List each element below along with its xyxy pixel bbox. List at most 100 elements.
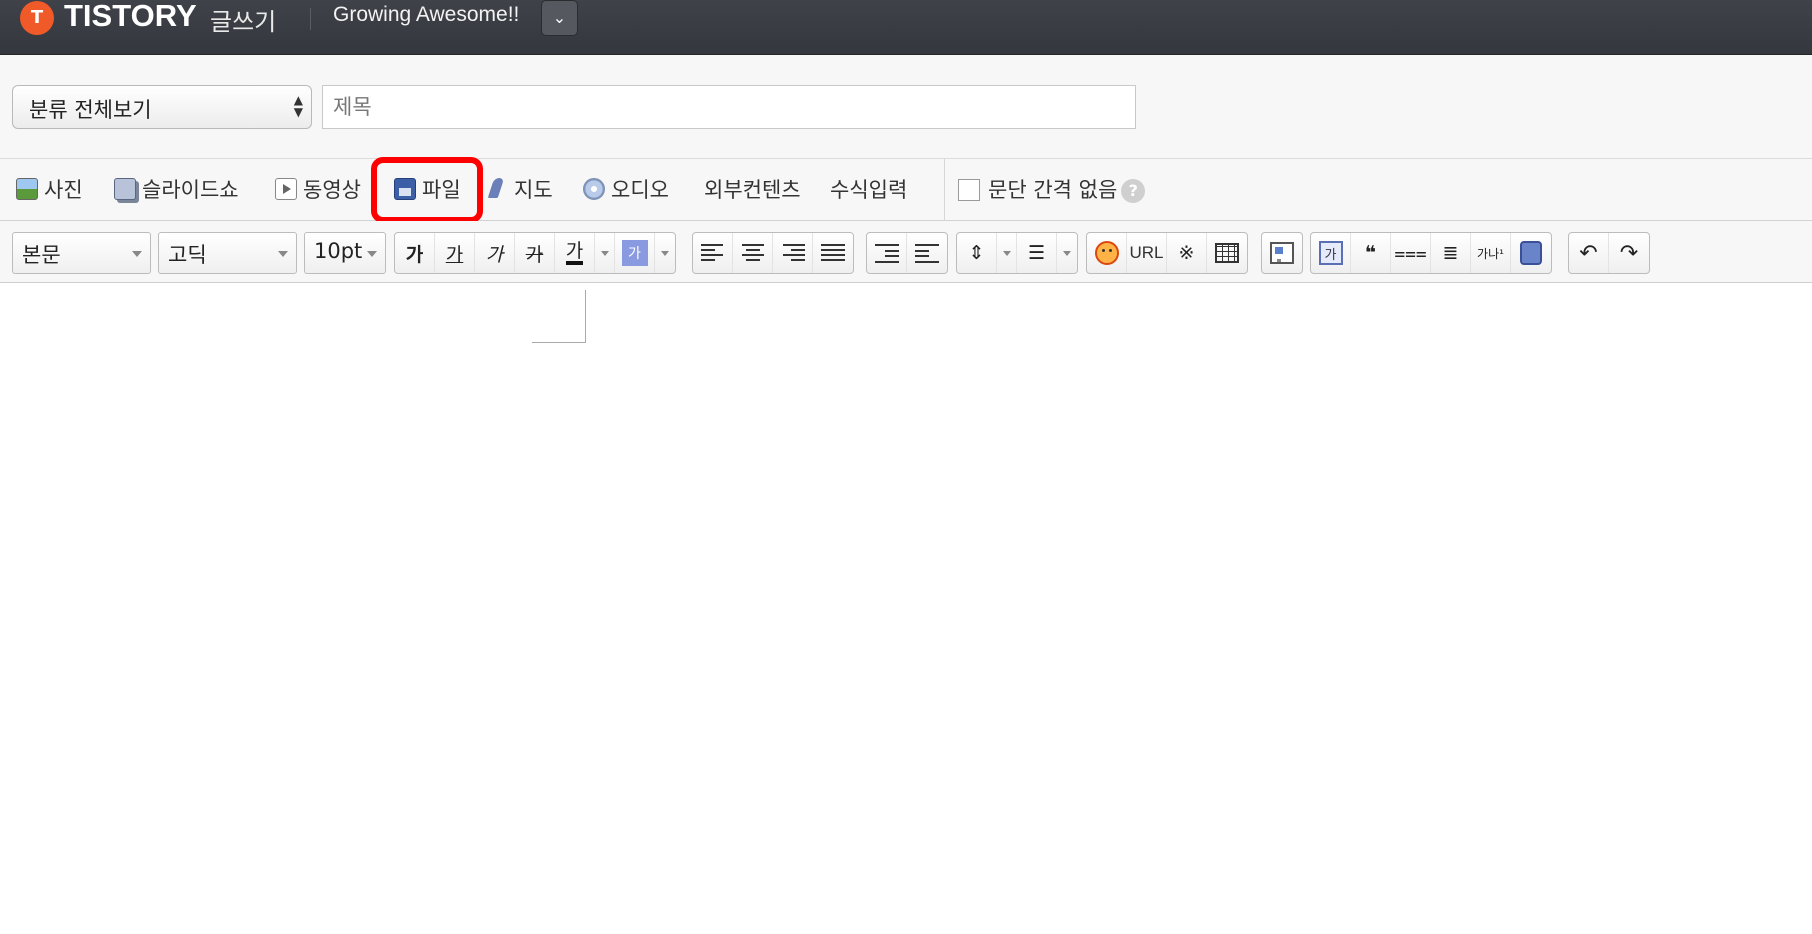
undo-button[interactable]: ↶ xyxy=(1569,233,1609,273)
file-block-button[interactable] xyxy=(1511,233,1551,273)
highlight-color-button[interactable]: 가 xyxy=(615,233,655,273)
insert-formula-button[interactable]: 수식입력 xyxy=(830,173,907,207)
indent-button[interactable] xyxy=(867,233,907,273)
title-input[interactable] xyxy=(322,85,1136,129)
category-select[interactable]: 분류 전체보기 ▲ ▼ xyxy=(12,85,312,129)
divider xyxy=(310,8,311,30)
list-icon: ☰ xyxy=(1027,242,1046,264)
url-label: URL xyxy=(1129,243,1164,262)
align-group xyxy=(692,232,854,274)
quote-icon: ❝ xyxy=(1364,242,1377,264)
redo-button[interactable]: ↷ xyxy=(1609,233,1649,273)
table-button[interactable] xyxy=(1207,233,1247,273)
chevron-down-icon: ⌄ xyxy=(552,8,567,27)
caret-down-icon xyxy=(661,250,669,256)
box-button[interactable]: 가 xyxy=(1311,233,1351,273)
emoticon-button[interactable] xyxy=(1087,233,1127,273)
italic-icon: 가 xyxy=(485,243,504,266)
indent-icon xyxy=(874,243,899,263)
text-style-group: 가 가 가 가 가 가 xyxy=(394,232,676,274)
furigana-button[interactable]: 가나¹ xyxy=(1471,233,1511,273)
align-right-icon xyxy=(781,243,805,263)
category-select-value: 분류 전체보기 xyxy=(29,98,152,122)
insert-slideshow-label: 슬라이드쇼 xyxy=(142,178,239,202)
paragraph-spacing-label: 문단 간격 없음 xyxy=(988,178,1118,202)
outdent-button[interactable] xyxy=(907,233,947,273)
bold-icon: 가 xyxy=(405,243,424,266)
editor-area[interactable] xyxy=(0,283,1812,934)
font-size-value: 10pt xyxy=(314,239,363,263)
bold-button[interactable]: 가 xyxy=(395,233,435,273)
special-char-icon: ※ xyxy=(1178,242,1195,264)
text-color-button[interactable]: 가 xyxy=(555,233,595,273)
paragraph-spacing-option[interactable]: 문단 간격 없음? xyxy=(958,173,1146,207)
image-layout-icon xyxy=(1270,242,1294,264)
underline-button[interactable]: 가 xyxy=(435,233,475,273)
strikethrough-icon: 가 xyxy=(525,243,544,266)
paragraph-spacing-checkbox[interactable] xyxy=(958,179,980,201)
more-button[interactable]: ≣ xyxy=(1431,233,1471,273)
insert-audio-label: 오디오 xyxy=(611,178,669,202)
url-button[interactable]: URL xyxy=(1127,233,1167,273)
audio-icon xyxy=(583,178,605,200)
image-layout-button[interactable] xyxy=(1262,233,1302,273)
text-color-icon: 가 xyxy=(565,241,584,265)
caret-down-icon xyxy=(278,251,288,257)
line-height-button[interactable]: ⇕ xyxy=(957,233,997,273)
list-dropdown[interactable] xyxy=(1057,233,1077,273)
insert-photo-label: 사진 xyxy=(44,178,83,202)
emoticon-icon xyxy=(1094,241,1119,265)
tistory-logo-icon[interactable]: T xyxy=(20,1,54,35)
line-height-dropdown[interactable] xyxy=(997,233,1017,273)
insert-video-label: 동영상 xyxy=(303,178,361,202)
indent-group xyxy=(866,232,948,274)
blog-name[interactable]: Growing Awesome!! xyxy=(333,3,519,27)
strikethrough-button[interactable]: 가 xyxy=(515,233,555,273)
align-left-icon xyxy=(700,243,725,263)
divider xyxy=(944,159,945,221)
horizontal-rule-icon: ⩶ xyxy=(1394,242,1427,264)
insert-video-button[interactable]: 동영상 xyxy=(275,173,361,207)
page-title: 글쓰기 xyxy=(210,8,277,36)
highlight-color-dropdown[interactable] xyxy=(655,233,675,273)
paragraph-style-value: 본문 xyxy=(22,243,61,267)
align-right-button[interactable] xyxy=(773,233,813,273)
special-char-button[interactable]: ※ xyxy=(1167,233,1207,273)
photo-icon xyxy=(16,178,38,200)
history-group: ↶ ↷ xyxy=(1568,232,1650,274)
insert-map-button[interactable]: 지도 xyxy=(486,173,553,207)
insert-toolbar: 사진 슬라이드쇼 동영상 파일 지도 오디오 외부컨텐츠 수식입력 문단 간격 … xyxy=(0,159,1812,221)
caret-down-icon xyxy=(1002,250,1011,256)
insert-photo-button[interactable]: 사진 xyxy=(16,173,83,207)
align-left-button[interactable] xyxy=(693,233,733,273)
spacing-list-group: ⇕ ☰ xyxy=(956,232,1078,274)
caret-down-icon xyxy=(600,250,609,256)
divider-button[interactable]: ⩶ xyxy=(1391,233,1431,273)
font-size-select[interactable]: 10pt xyxy=(304,232,386,274)
quote-button[interactable]: ❝ xyxy=(1351,233,1391,273)
insert-slideshow-button[interactable]: 슬라이드쇼 xyxy=(114,173,239,207)
tistory-logo-text[interactable]: TISTORY xyxy=(64,0,197,34)
align-center-button[interactable] xyxy=(733,233,773,273)
file-icon xyxy=(1520,241,1542,265)
blog-dropdown-button[interactable]: ⌄ xyxy=(541,0,578,36)
video-icon xyxy=(275,178,297,200)
text-color-dropdown[interactable] xyxy=(595,233,615,273)
undo-icon: ↶ xyxy=(1579,240,1598,266)
insert-external-content-label: 외부컨텐츠 xyxy=(704,178,801,202)
list-button[interactable]: ☰ xyxy=(1017,233,1057,273)
select-arrows-icon: ▲ ▼ xyxy=(293,93,303,119)
furigana-icon: 가나¹ xyxy=(1477,246,1504,261)
table-icon xyxy=(1215,243,1239,263)
annotation-highlight-box xyxy=(371,157,483,223)
italic-button[interactable]: 가 xyxy=(475,233,515,273)
align-justify-button[interactable] xyxy=(813,233,853,273)
help-icon[interactable]: ? xyxy=(1121,179,1146,203)
insert-formula-label: 수식입력 xyxy=(830,178,908,202)
highlight-icon: 가 xyxy=(621,240,648,266)
insert-external-content-button[interactable]: 외부컨텐츠 xyxy=(704,173,801,207)
font-family-select[interactable]: 고딕 xyxy=(158,232,297,274)
paragraph-style-select[interactable]: 본문 xyxy=(12,232,151,274)
block-tools-group: 가 ❝ ⩶ ≣ 가나¹ xyxy=(1310,232,1552,274)
insert-audio-button[interactable]: 오디오 xyxy=(583,173,669,207)
